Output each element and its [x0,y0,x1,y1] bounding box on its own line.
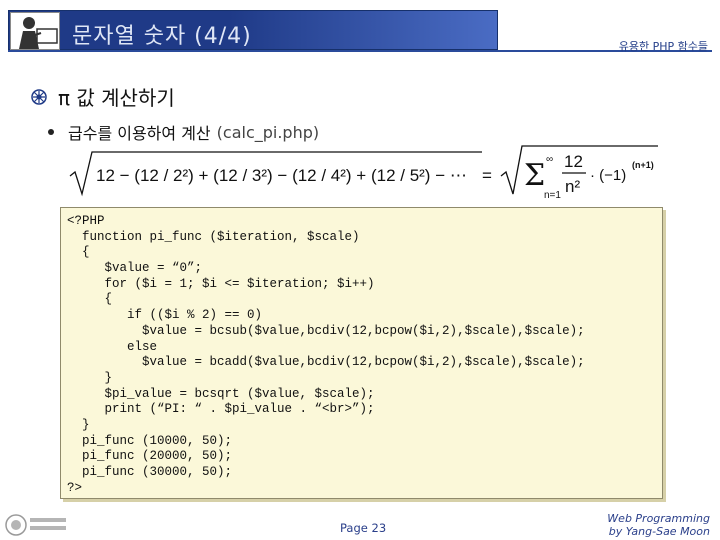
pi-series-formula: 12 − (12 / 2²) + (12 / 3²) − (12 / 4²) +… [69,145,658,201]
code-line: function pi_func ($iteration, $scale) [67,229,360,244]
code-line: $value = bcadd($value,bcdiv(12,bcpow($i,… [67,355,585,370]
sum-lower-limit: n=1 [544,190,561,201]
code-line: { [67,245,90,260]
page-number: Page 23 [340,521,387,535]
section-heading: π 값 계산하기 [26,82,175,111]
sum-upper-limit: ∞ [546,154,553,165]
code-line: pi_func (20000, 50); [67,449,233,464]
code-listing: <?PHP function pi_func ($iteration, $sca… [60,207,663,499]
code-line: $pi_value = bcsqrt ($value, $scale); [67,386,375,401]
code-line: <?PHP [67,214,105,228]
code-line: print (“PI: “ . $pi_value . “<br>”); [67,402,375,417]
bullet-text: 급수를 이용하여 계산 [68,124,211,143]
presenter-logo-icon [10,12,60,50]
sign-exponent: (n+1) [632,160,654,170]
sigma-symbol: Σ [524,158,545,193]
university-logo-icon [4,512,70,540]
code-line: pi_func (10000, 50); [67,433,233,448]
code-line: if (($i % 2) == 0) [67,308,263,323]
formula-left-series: 12 − (12 / 2²) + (12 / 3²) − (12 / 4²) +… [96,166,467,185]
code-line: { [67,292,113,307]
credit-author: by Yang-Sae Moon [608,525,710,538]
bullet-filename: (calc_pi.php) [216,122,320,142]
bullet-dot-icon [48,129,54,135]
code-line: ?> [67,480,83,495]
sign-factor: · (−1) [590,167,626,184]
header-divider [8,50,712,52]
fraction-numerator: 12 [564,152,583,171]
section-heading-text: π 값 계산하기 [58,86,175,110]
fraction-denominator: n² [565,177,580,196]
code-line: } [67,417,90,432]
footer-credit: Web Programming by Yang-Sae Moon [607,512,710,538]
bullet-item: 급수를 이용하여 계산 (calc_pi.php) [48,120,319,144]
formula-equals: = [482,166,492,185]
slide-title: 문자열 숫자 (4/4) [72,24,252,49]
code-line: pi_func (30000, 50); [67,465,233,479]
code-line: for ($i = 1; $i <= $iteration; $i++) [67,276,375,291]
header-caption: 유용한 PHP 함수들 [618,40,708,53]
code-line: } [67,370,113,385]
credit-course: Web Programming [607,512,710,525]
code-line: $value = “0”; [67,261,203,276]
ornament-bullet-icon [26,86,52,108]
code-line: $value = bcsub($value,bcdiv(12,bcpow($i,… [67,323,585,338]
code-line: else [67,339,158,354]
